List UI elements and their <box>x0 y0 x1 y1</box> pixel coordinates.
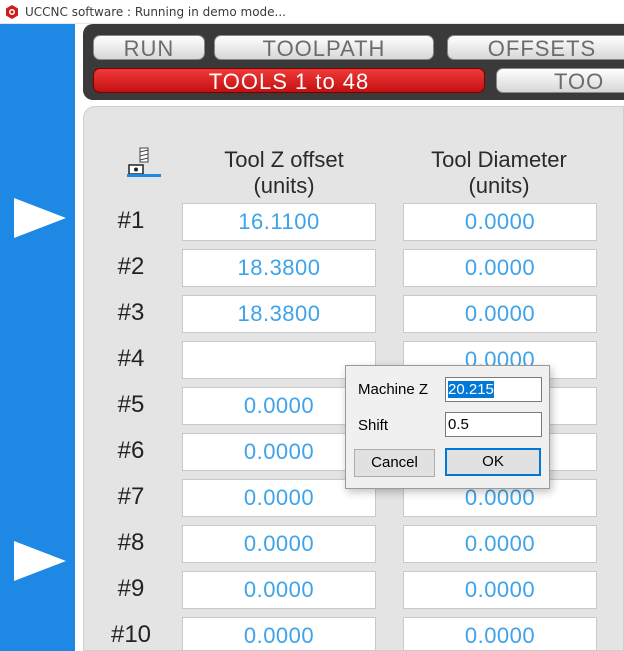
shift-label: Shift <box>358 417 389 434</box>
row-label: #8 <box>117 529 145 556</box>
left-side-bar <box>0 24 75 651</box>
uccnc-logo-icon <box>6 5 18 19</box>
row-label: #2 <box>117 253 145 280</box>
machine-z-label: Machine Z <box>358 381 429 398</box>
z-offset-header-line1: Tool Z offset <box>224 147 344 172</box>
machine-z-input[interactable]: 20.215 <box>445 377 542 402</box>
play-arrow-icon[interactable] <box>14 541 66 581</box>
diameter-header-line1: Tool Diameter <box>431 147 567 172</box>
row-label: #3 <box>117 299 145 326</box>
diameter-field[interactable]: 0.0000 <box>403 203 597 241</box>
ok-button[interactable]: OK <box>445 448 541 476</box>
row-label: #10 <box>110 621 152 648</box>
tab-tools-next[interactable]: TOO <box>496 68 624 93</box>
tab-run[interactable]: RUN <box>93 35 205 60</box>
play-arrow-icon[interactable] <box>14 198 66 238</box>
row-label: #7 <box>117 483 145 510</box>
diameter-header: Tool Diameter (units) <box>402 147 596 199</box>
z-offset-header: Tool Z offset (units) <box>190 147 378 199</box>
window-title: UCCNC software : Running in demo mode... <box>25 5 286 19</box>
z-offset-field[interactable]: 0.0000 <box>182 525 376 563</box>
row-label: #1 <box>117 207 145 234</box>
divider <box>75 24 83 651</box>
z-offset-field[interactable]: 16.1100 <box>182 203 376 241</box>
tab-offsets[interactable]: OFFSETS <box>447 35 624 60</box>
tool-offset-dialog: Machine Z 20.215 Shift 0.5 Cancel OK <box>345 365 550 489</box>
diameter-field[interactable]: 0.0000 <box>403 617 597 651</box>
shift-input[interactable]: 0.5 <box>445 412 542 437</box>
row-label: #6 <box>117 437 145 464</box>
tab-toolpath[interactable]: TOOLPATH <box>214 35 434 60</box>
tool-length-probe-icon <box>127 147 161 177</box>
diameter-field[interactable]: 0.0000 <box>403 295 597 333</box>
tab-tools-1-48[interactable]: TOOLS 1 to 48 <box>93 68 485 93</box>
row-label: #4 <box>117 345 145 372</box>
row-label: #5 <box>117 391 145 418</box>
machine-z-value: 20.215 <box>448 381 494 398</box>
diameter-header-line2: (units) <box>468 173 530 198</box>
row-label: #9 <box>117 575 145 602</box>
diameter-field[interactable]: 0.0000 <box>403 525 597 563</box>
cancel-button[interactable]: Cancel <box>354 449 435 477</box>
window-titlebar: UCCNC software : Running in demo mode... <box>0 0 624 24</box>
z-offset-header-line2: (units) <box>253 173 315 198</box>
tab-bar: RUN TOOLPATH OFFSETS TOOLS 1 to 48 TOO <box>83 24 624 100</box>
z-offset-field[interactable]: 18.3800 <box>182 249 376 287</box>
diameter-field[interactable]: 0.0000 <box>403 249 597 287</box>
diameter-field[interactable]: 0.0000 <box>403 571 597 609</box>
z-offset-field[interactable]: 0.0000 <box>182 617 376 651</box>
z-offset-field[interactable]: 18.3800 <box>182 295 376 333</box>
z-offset-field[interactable]: 0.0000 <box>182 571 376 609</box>
